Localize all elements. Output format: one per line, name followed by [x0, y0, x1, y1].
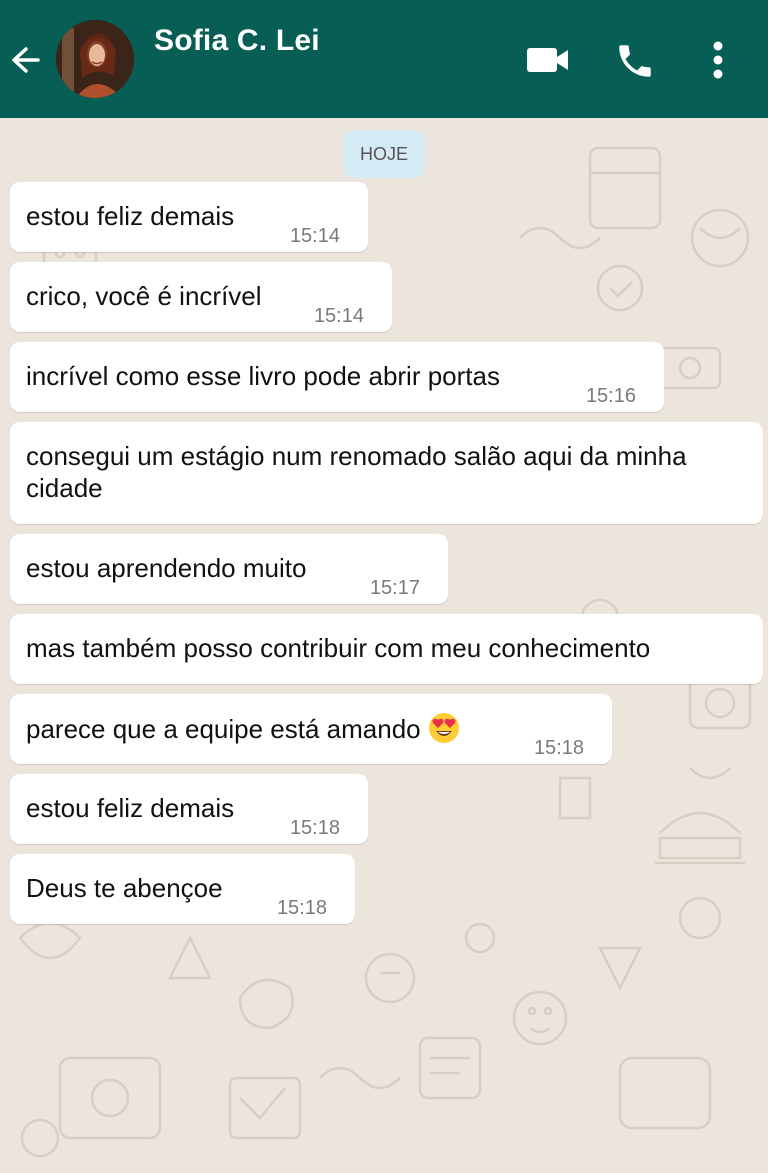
message-bubble[interactable]: Deus te abençoe 15:18 — [10, 854, 355, 924]
message-bubble[interactable]: estou feliz demais 15:18 — [10, 774, 368, 844]
message-bubble[interactable]: consegui um estágio num renomado salão a… — [10, 422, 763, 524]
message-bubble[interactable]: mas também posso contribuir com meu conh… — [10, 614, 763, 684]
message-text: estou feliz demais — [26, 201, 235, 231]
message-text: estou feliz demais — [26, 793, 235, 823]
message-text: crico, você é incrível — [26, 281, 262, 311]
message-time: 15:16 — [585, 385, 636, 407]
message-time: 15:14 — [313, 305, 364, 327]
message-text: incrível como esse livro pode abrir port… — [26, 361, 500, 391]
arrow-left-icon[interactable] — [8, 40, 44, 80]
phone-icon[interactable] — [614, 40, 656, 82]
message-text: Deus te abençoe — [26, 873, 223, 903]
contact-name[interactable]: Sofia C. Lei — [154, 24, 320, 58]
message-bubble[interactable]: estou aprendendo muito 15:17 — [10, 534, 448, 604]
chat-area[interactable]: HOJE estou feliz demais 15:14 crico, voc… — [0, 118, 768, 1173]
message-bubble[interactable]: parece que a equipe está amando 15:18 — [10, 694, 612, 764]
chat-header: Sofia C. Lei — [0, 0, 768, 118]
message-text-row: parece que a equipe está amando — [26, 712, 460, 745]
message-time: 15:18 — [533, 737, 584, 759]
heart-eyes-emoji-icon — [428, 712, 460, 744]
date-separator: HOJE — [344, 130, 424, 178]
message-bubble[interactable]: incrível como esse livro pode abrir port… — [10, 342, 664, 412]
avatar[interactable] — [56, 20, 134, 98]
message-time: 15:18 — [289, 817, 340, 839]
message-time: 15:14 — [289, 225, 340, 247]
message-text: consegui um estágio num renomado salão a… — [26, 441, 687, 503]
message-text: mas também posso contribuir com meu conh… — [26, 633, 651, 663]
message-time: 15:18 — [276, 897, 327, 919]
message-text: parece que a equipe está amando — [26, 714, 421, 744]
more-vertical-icon[interactable] — [704, 38, 732, 82]
message-time: 15:17 — [369, 577, 420, 599]
message-bubble[interactable]: estou feliz demais 15:14 — [10, 182, 368, 252]
message-text: estou aprendendo muito — [26, 553, 307, 583]
video-camera-icon[interactable] — [526, 44, 570, 76]
message-bubble[interactable]: crico, você é incrível 15:14 — [10, 262, 392, 332]
